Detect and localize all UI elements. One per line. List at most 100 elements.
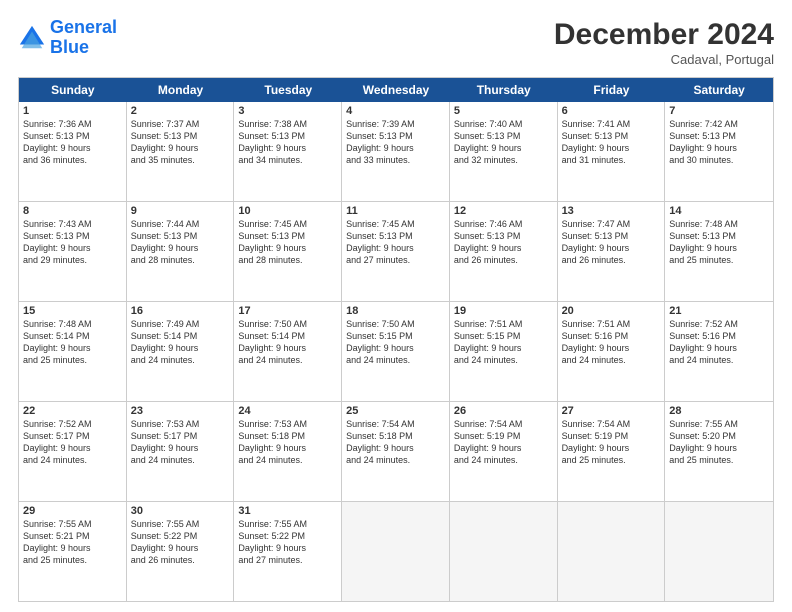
day-number: 23	[131, 405, 230, 417]
weekday-header-friday: Friday	[558, 78, 666, 102]
calendar-cell-day-22: 22Sunrise: 7:52 AM Sunset: 5:17 PM Dayli…	[19, 402, 127, 501]
calendar-cell-day-29: 29Sunrise: 7:55 AM Sunset: 5:21 PM Dayli…	[19, 502, 127, 601]
day-info: Sunrise: 7:48 AM Sunset: 5:13 PM Dayligh…	[669, 218, 769, 267]
calendar-cell-empty	[342, 502, 450, 601]
day-number: 5	[454, 105, 553, 117]
day-info: Sunrise: 7:53 AM Sunset: 5:17 PM Dayligh…	[131, 418, 230, 467]
day-number: 16	[131, 305, 230, 317]
calendar-cell-day-16: 16Sunrise: 7:49 AM Sunset: 5:14 PM Dayli…	[127, 302, 235, 401]
calendar-cell-day-6: 6Sunrise: 7:41 AM Sunset: 5:13 PM Daylig…	[558, 102, 666, 201]
calendar-cell-day-27: 27Sunrise: 7:54 AM Sunset: 5:19 PM Dayli…	[558, 402, 666, 501]
day-number: 25	[346, 405, 445, 417]
month-title: December 2024	[554, 18, 774, 52]
calendar-cell-empty	[558, 502, 666, 601]
day-info: Sunrise: 7:52 AM Sunset: 5:17 PM Dayligh…	[23, 418, 122, 467]
calendar-cell-day-26: 26Sunrise: 7:54 AM Sunset: 5:19 PM Dayli…	[450, 402, 558, 501]
calendar-cell-day-31: 31Sunrise: 7:55 AM Sunset: 5:22 PM Dayli…	[234, 502, 342, 601]
day-number: 31	[238, 505, 337, 517]
day-info: Sunrise: 7:52 AM Sunset: 5:16 PM Dayligh…	[669, 318, 769, 367]
day-number: 10	[238, 205, 337, 217]
day-number: 28	[669, 405, 769, 417]
calendar-cell-day-11: 11Sunrise: 7:45 AM Sunset: 5:13 PM Dayli…	[342, 202, 450, 301]
calendar-cell-day-25: 25Sunrise: 7:54 AM Sunset: 5:18 PM Dayli…	[342, 402, 450, 501]
day-info: Sunrise: 7:49 AM Sunset: 5:14 PM Dayligh…	[131, 318, 230, 367]
calendar-cell-day-1: 1Sunrise: 7:36 AM Sunset: 5:13 PM Daylig…	[19, 102, 127, 201]
day-number: 17	[238, 305, 337, 317]
day-info: Sunrise: 7:45 AM Sunset: 5:13 PM Dayligh…	[346, 218, 445, 267]
calendar-cell-day-5: 5Sunrise: 7:40 AM Sunset: 5:13 PM Daylig…	[450, 102, 558, 201]
day-number: 18	[346, 305, 445, 317]
weekday-header-tuesday: Tuesday	[234, 78, 342, 102]
day-number: 11	[346, 205, 445, 217]
calendar-header: SundayMondayTuesdayWednesdayThursdayFrid…	[19, 78, 773, 102]
header: General Blue December 2024 Cadaval, Port…	[18, 18, 774, 67]
calendar-row-0: 1Sunrise: 7:36 AM Sunset: 5:13 PM Daylig…	[19, 102, 773, 202]
day-number: 2	[131, 105, 230, 117]
calendar-cell-day-2: 2Sunrise: 7:37 AM Sunset: 5:13 PM Daylig…	[127, 102, 235, 201]
day-info: Sunrise: 7:51 AM Sunset: 5:16 PM Dayligh…	[562, 318, 661, 367]
day-info: Sunrise: 7:54 AM Sunset: 5:18 PM Dayligh…	[346, 418, 445, 467]
calendar-cell-day-4: 4Sunrise: 7:39 AM Sunset: 5:13 PM Daylig…	[342, 102, 450, 201]
logo-icon	[18, 24, 46, 52]
logo-line1: General	[50, 17, 117, 37]
calendar-row-1: 8Sunrise: 7:43 AM Sunset: 5:13 PM Daylig…	[19, 202, 773, 302]
day-number: 4	[346, 105, 445, 117]
calendar-cell-day-23: 23Sunrise: 7:53 AM Sunset: 5:17 PM Dayli…	[127, 402, 235, 501]
day-info: Sunrise: 7:38 AM Sunset: 5:13 PM Dayligh…	[238, 118, 337, 167]
weekday-header-thursday: Thursday	[450, 78, 558, 102]
logo: General Blue	[18, 18, 117, 58]
calendar-row-2: 15Sunrise: 7:48 AM Sunset: 5:14 PM Dayli…	[19, 302, 773, 402]
calendar-cell-day-24: 24Sunrise: 7:53 AM Sunset: 5:18 PM Dayli…	[234, 402, 342, 501]
day-number: 30	[131, 505, 230, 517]
title-block: December 2024 Cadaval, Portugal	[554, 18, 774, 67]
day-info: Sunrise: 7:55 AM Sunset: 5:21 PM Dayligh…	[23, 518, 122, 567]
day-number: 7	[669, 105, 769, 117]
day-number: 27	[562, 405, 661, 417]
calendar-cell-day-14: 14Sunrise: 7:48 AM Sunset: 5:13 PM Dayli…	[665, 202, 773, 301]
day-number: 13	[562, 205, 661, 217]
logo-text: General Blue	[50, 18, 117, 58]
calendar-cell-day-18: 18Sunrise: 7:50 AM Sunset: 5:15 PM Dayli…	[342, 302, 450, 401]
day-info: Sunrise: 7:54 AM Sunset: 5:19 PM Dayligh…	[562, 418, 661, 467]
day-number: 22	[23, 405, 122, 417]
calendar-cell-day-8: 8Sunrise: 7:43 AM Sunset: 5:13 PM Daylig…	[19, 202, 127, 301]
day-number: 19	[454, 305, 553, 317]
day-info: Sunrise: 7:51 AM Sunset: 5:15 PM Dayligh…	[454, 318, 553, 367]
day-number: 6	[562, 105, 661, 117]
day-info: Sunrise: 7:54 AM Sunset: 5:19 PM Dayligh…	[454, 418, 553, 467]
weekday-header-monday: Monday	[127, 78, 235, 102]
day-number: 21	[669, 305, 769, 317]
day-info: Sunrise: 7:43 AM Sunset: 5:13 PM Dayligh…	[23, 218, 122, 267]
calendar-cell-day-7: 7Sunrise: 7:42 AM Sunset: 5:13 PM Daylig…	[665, 102, 773, 201]
page: General Blue December 2024 Cadaval, Port…	[0, 0, 792, 612]
calendar-cell-day-28: 28Sunrise: 7:55 AM Sunset: 5:20 PM Dayli…	[665, 402, 773, 501]
day-info: Sunrise: 7:55 AM Sunset: 5:20 PM Dayligh…	[669, 418, 769, 467]
day-info: Sunrise: 7:42 AM Sunset: 5:13 PM Dayligh…	[669, 118, 769, 167]
day-number: 24	[238, 405, 337, 417]
weekday-header-sunday: Sunday	[19, 78, 127, 102]
day-number: 1	[23, 105, 122, 117]
day-number: 8	[23, 205, 122, 217]
day-number: 14	[669, 205, 769, 217]
calendar-cell-day-10: 10Sunrise: 7:45 AM Sunset: 5:13 PM Dayli…	[234, 202, 342, 301]
calendar-cell-day-30: 30Sunrise: 7:55 AM Sunset: 5:22 PM Dayli…	[127, 502, 235, 601]
day-info: Sunrise: 7:53 AM Sunset: 5:18 PM Dayligh…	[238, 418, 337, 467]
logo-line2: Blue	[50, 37, 89, 57]
day-info: Sunrise: 7:55 AM Sunset: 5:22 PM Dayligh…	[131, 518, 230, 567]
calendar-cell-empty	[450, 502, 558, 601]
calendar-cell-day-21: 21Sunrise: 7:52 AM Sunset: 5:16 PM Dayli…	[665, 302, 773, 401]
calendar: SundayMondayTuesdayWednesdayThursdayFrid…	[18, 77, 774, 602]
day-info: Sunrise: 7:48 AM Sunset: 5:14 PM Dayligh…	[23, 318, 122, 367]
calendar-cell-day-17: 17Sunrise: 7:50 AM Sunset: 5:14 PM Dayli…	[234, 302, 342, 401]
weekday-header-saturday: Saturday	[665, 78, 773, 102]
day-info: Sunrise: 7:46 AM Sunset: 5:13 PM Dayligh…	[454, 218, 553, 267]
day-info: Sunrise: 7:55 AM Sunset: 5:22 PM Dayligh…	[238, 518, 337, 567]
day-info: Sunrise: 7:44 AM Sunset: 5:13 PM Dayligh…	[131, 218, 230, 267]
day-number: 26	[454, 405, 553, 417]
day-info: Sunrise: 7:50 AM Sunset: 5:14 PM Dayligh…	[238, 318, 337, 367]
day-info: Sunrise: 7:45 AM Sunset: 5:13 PM Dayligh…	[238, 218, 337, 267]
day-info: Sunrise: 7:36 AM Sunset: 5:13 PM Dayligh…	[23, 118, 122, 167]
day-info: Sunrise: 7:39 AM Sunset: 5:13 PM Dayligh…	[346, 118, 445, 167]
calendar-body: 1Sunrise: 7:36 AM Sunset: 5:13 PM Daylig…	[19, 102, 773, 601]
calendar-cell-day-19: 19Sunrise: 7:51 AM Sunset: 5:15 PM Dayli…	[450, 302, 558, 401]
